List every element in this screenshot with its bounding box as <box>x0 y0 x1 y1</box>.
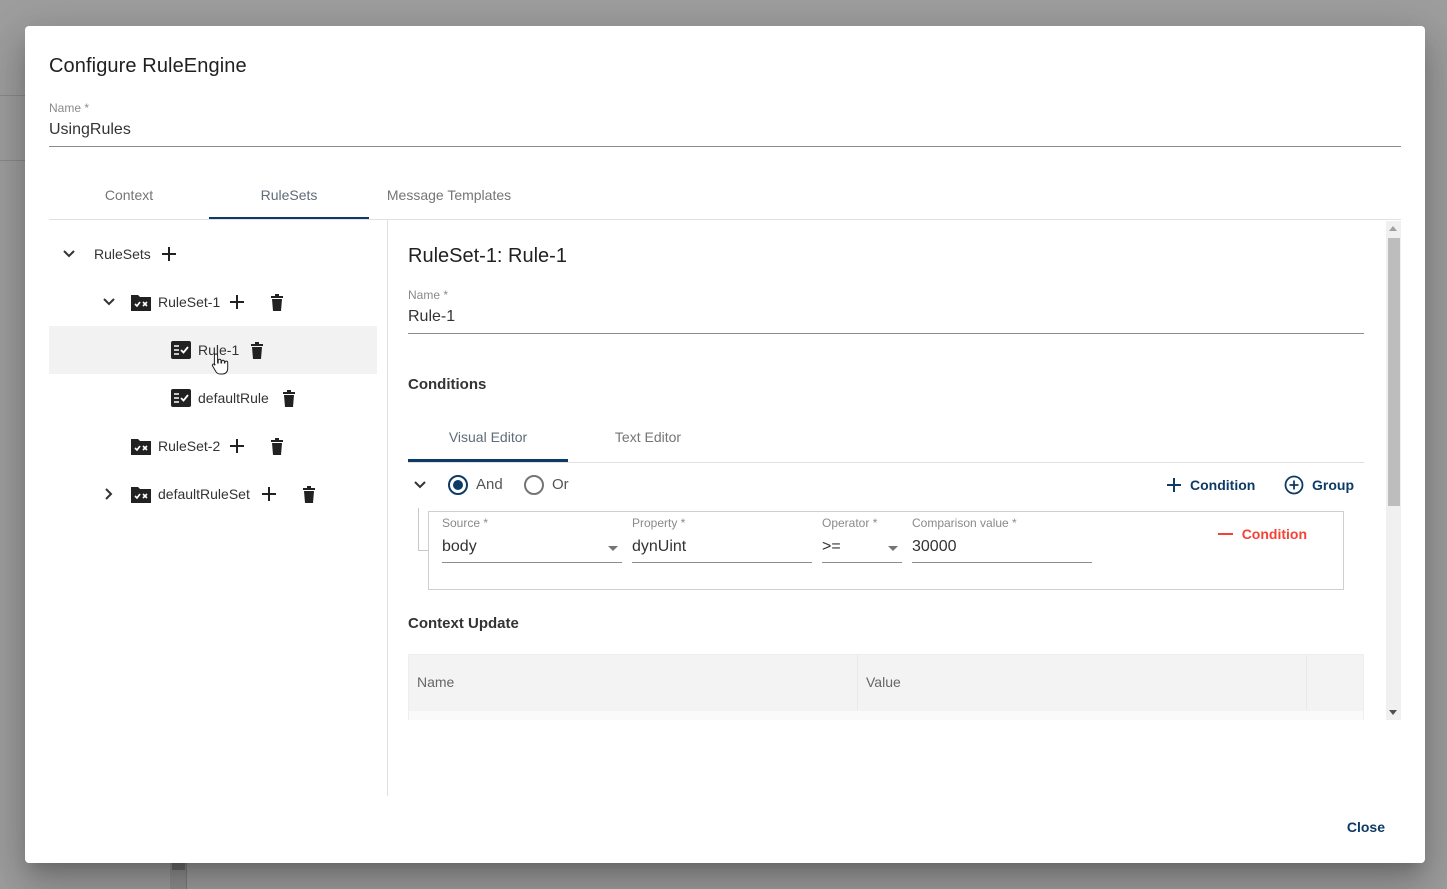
delete-icon[interactable] <box>280 389 298 407</box>
tree-root-rulesets[interactable]: RuleSets <box>49 230 377 278</box>
dropdown-arrow-icon <box>888 546 898 551</box>
ruleset-folder-icon <box>131 293 151 311</box>
ruleset-folder-icon <box>131 485 151 503</box>
property-label: Property * <box>632 516 686 530</box>
property-input[interactable]: Property * dynUint <box>632 516 812 563</box>
or-radio-label: Or <box>552 476 569 493</box>
engine-name-label: Name * <box>49 101 90 115</box>
table-row <box>409 711 1363 720</box>
column-header-value: Value <box>858 655 1307 710</box>
tree-label: RuleSet-1 <box>158 294 221 310</box>
add-icon[interactable] <box>260 485 278 503</box>
column-header-actions <box>1307 655 1363 710</box>
property-value: dynUint <box>632 538 687 555</box>
comparison-value: 30000 <box>912 538 957 555</box>
dialog-title: Configure RuleEngine <box>49 55 247 77</box>
rule-icon <box>171 389 191 407</box>
condition-editor-tabs: Visual Editor Text Editor <box>408 418 1364 463</box>
tree-item-ruleset-1[interactable]: RuleSet-1 <box>49 278 377 326</box>
engine-name-input[interactable]: UsingRules <box>49 121 131 139</box>
add-group-button[interactable]: Group <box>1284 473 1354 497</box>
chevron-down-icon[interactable] <box>411 476 429 494</box>
background-divider <box>0 160 25 161</box>
comparison-value-input[interactable]: Comparison value * 30000 <box>912 516 1092 563</box>
tab-rulesets[interactable]: RuleSets <box>209 176 369 219</box>
ruleset-folder-icon <box>131 437 151 455</box>
delete-icon[interactable] <box>300 485 318 503</box>
ruleset-tree: RuleSets RuleSet-1 Rule-1 defaultRule Ru… <box>49 220 388 796</box>
dropdown-arrow-icon <box>608 546 618 551</box>
add-icon[interactable] <box>228 437 246 455</box>
group-connector-line <box>418 508 428 551</box>
add-icon <box>1167 478 1181 492</box>
rule-name-input[interactable]: Rule-1 <box>408 308 455 326</box>
source-select[interactable]: Source * body <box>442 516 622 563</box>
conditions-heading: Conditions <box>408 376 487 393</box>
remove-condition-button[interactable]: Condition <box>1217 526 1307 542</box>
scrollbar-thumb[interactable] <box>1388 238 1400 506</box>
source-label: Source * <box>442 516 489 530</box>
rule-editor-title: RuleSet-1: Rule-1 <box>408 245 567 267</box>
tree-label: RuleSet-2 <box>158 438 221 454</box>
tab-context[interactable]: Context <box>49 176 209 219</box>
operator-value: >= <box>822 538 841 555</box>
tab-text-editor[interactable]: Text Editor <box>568 418 728 462</box>
background-scrollbar <box>170 863 187 889</box>
delete-icon[interactable] <box>248 341 266 359</box>
remove-icon <box>1217 533 1233 535</box>
tree-item-ruleset-2[interactable]: RuleSet-2 <box>49 422 377 470</box>
hand-cursor-icon <box>211 353 229 375</box>
add-condition-button[interactable]: Condition <box>1166 473 1255 497</box>
rule-name-label: Name * <box>408 288 449 302</box>
context-update-table: Name Value <box>408 654 1364 720</box>
condition-row: Source * body Property * dynUint Operato… <box>428 511 1344 590</box>
rule-editor-panel: RuleSet-1: Rule-1 Name * Rule-1 Conditio… <box>388 220 1401 720</box>
configure-ruleengine-dialog: Configure RuleEngine Name * UsingRules C… <box>25 26 1425 863</box>
rule-icon <box>171 341 191 359</box>
tree-label: RuleSets <box>94 246 151 262</box>
condition-group-header: And Or Condition Group <box>408 470 1364 500</box>
editor-scrollbar[interactable] <box>1386 221 1401 720</box>
tree-label: defaultRule <box>198 390 269 406</box>
add-condition-label: Condition <box>1190 477 1256 493</box>
engine-name-field[interactable]: Name * UsingRules <box>49 101 1401 147</box>
and-radio-label: And <box>476 476 503 493</box>
context-update-heading: Context Update <box>408 615 519 632</box>
add-icon[interactable] <box>228 293 246 311</box>
add-group-label: Group <box>1312 477 1354 493</box>
close-button[interactable]: Close <box>1347 819 1385 835</box>
rule-name-field[interactable]: Name * Rule-1 <box>408 288 1364 334</box>
chevron-down-icon[interactable] <box>100 293 118 311</box>
comparison-label: Comparison value * <box>912 516 1017 530</box>
operator-label: Operator * <box>822 516 878 530</box>
tree-item-default-rule[interactable]: defaultRule <box>49 374 377 422</box>
background-divider <box>0 95 25 96</box>
column-header-name: Name <box>409 655 858 710</box>
add-circle-icon <box>1284 475 1304 495</box>
scroll-up-arrow-icon[interactable] <box>1389 226 1397 231</box>
chevron-down-icon[interactable] <box>60 245 78 263</box>
tab-visual-editor[interactable]: Visual Editor <box>408 418 568 462</box>
and-radio[interactable] <box>448 475 468 495</box>
tree-label: defaultRuleSet <box>158 486 250 502</box>
or-radio[interactable] <box>524 475 544 495</box>
tab-message-templates[interactable]: Message Templates <box>369 176 529 219</box>
add-icon[interactable] <box>160 245 178 263</box>
main-tabs: Context RuleSets Message Templates <box>49 176 1401 220</box>
scroll-down-arrow-icon[interactable] <box>1389 710 1397 715</box>
delete-icon[interactable] <box>268 437 286 455</box>
delete-icon[interactable] <box>268 293 286 311</box>
tree-item-default-ruleset[interactable]: defaultRuleSet <box>49 470 377 518</box>
operator-select[interactable]: Operator * >= <box>822 516 902 563</box>
remove-condition-label: Condition <box>1241 526 1307 542</box>
chevron-right-icon[interactable] <box>100 485 118 503</box>
source-value: body <box>442 538 477 555</box>
